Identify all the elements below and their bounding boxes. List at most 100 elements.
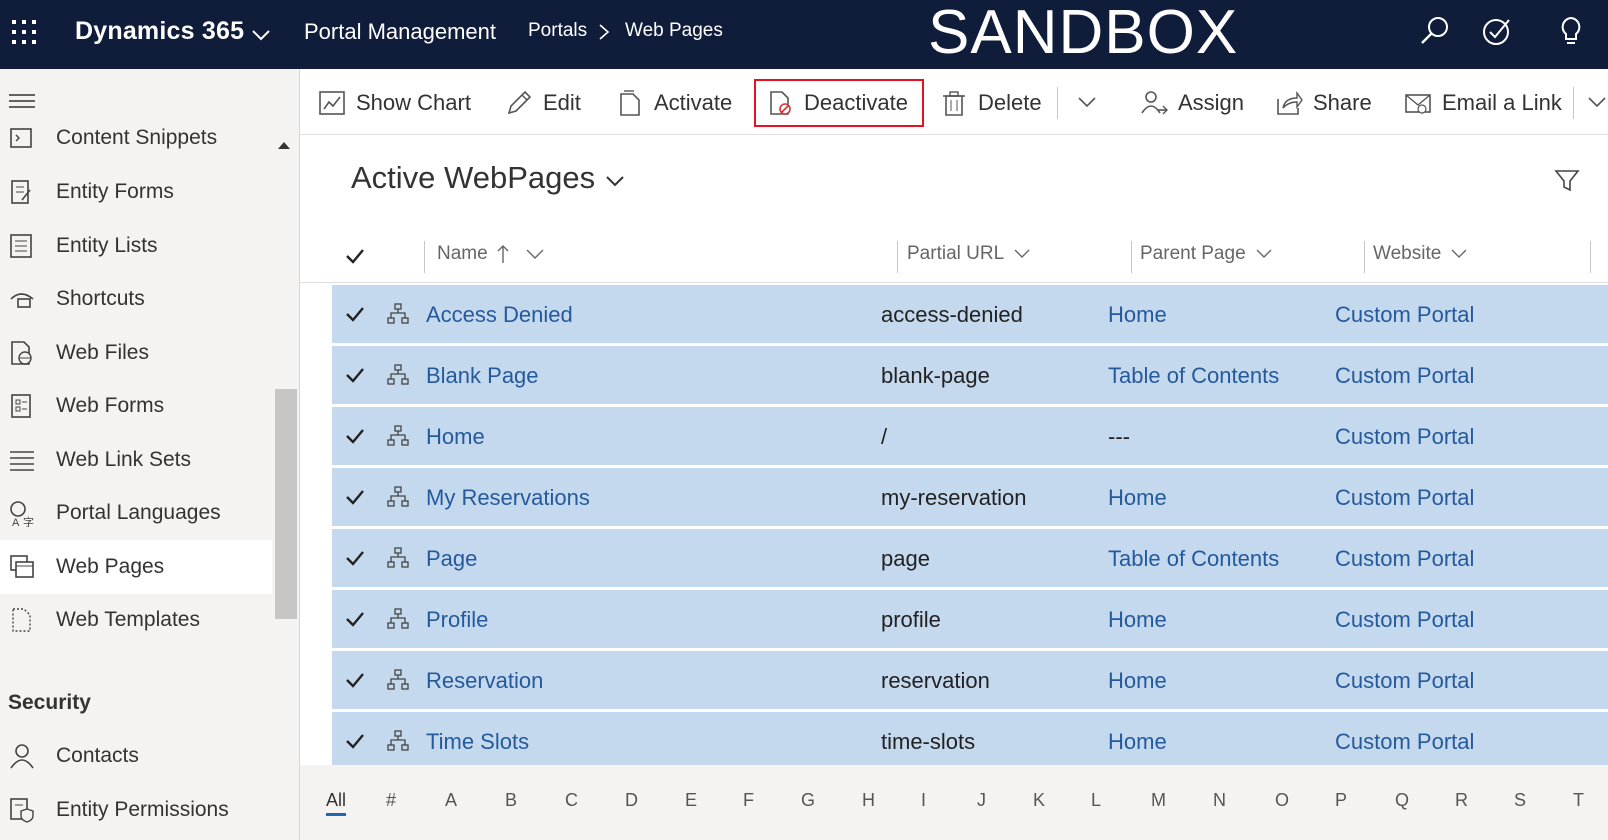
cell-website[interactable]: Custom Portal: [1335, 607, 1474, 633]
sidebar-item-content-snippets[interactable]: Content Snippets: [0, 111, 272, 165]
table-row[interactable]: Blank Page blank-page Table of Contents …: [332, 346, 1608, 406]
row-checkmark-icon[interactable]: [344, 608, 366, 630]
deactivate-button[interactable]: Deactivate: [754, 79, 924, 127]
alpha-filter-r[interactable]: R: [1455, 790, 1468, 811]
breadcrumb-web-pages[interactable]: Web Pages: [625, 20, 723, 42]
alpha-filter-m[interactable]: M: [1151, 790, 1166, 811]
alpha-filter-a[interactable]: A: [445, 790, 457, 811]
sidebar-item-web-templates[interactable]: Web Templates: [0, 593, 272, 647]
cell-parent-page[interactable]: Home: [1108, 668, 1167, 694]
sidebar-item-web-forms[interactable]: Web Forms: [0, 379, 272, 433]
cell-website[interactable]: Custom Portal: [1335, 424, 1474, 450]
alpha-filter-n[interactable]: N: [1213, 790, 1226, 811]
cell-name[interactable]: Time Slots: [426, 729, 529, 755]
alpha-filter-e[interactable]: E: [685, 790, 697, 811]
row-checkmark-icon[interactable]: [344, 425, 366, 447]
row-checkmark-icon[interactable]: [344, 486, 366, 508]
alpha-filter-k[interactable]: K: [1033, 790, 1045, 811]
cell-website[interactable]: Custom Portal: [1335, 485, 1474, 511]
cell-parent-page[interactable]: Table of Contents: [1108, 546, 1279, 572]
cell-website[interactable]: Custom Portal: [1335, 546, 1474, 572]
chevron-down-icon[interactable]: [250, 24, 272, 46]
table-row[interactable]: Access Denied access-denied Home Custom …: [332, 285, 1608, 345]
assign-button[interactable]: Assign: [1140, 81, 1244, 125]
alpha-filter-l[interactable]: L: [1091, 790, 1101, 811]
overflow-chevron-icon[interactable]: [1586, 91, 1608, 113]
column-header-partial-url[interactable]: Partial URL: [907, 243, 1032, 265]
select-all-checkmark-icon[interactable]: [344, 245, 366, 267]
cell-parent-page[interactable]: Home: [1108, 729, 1167, 755]
alpha-filter-t[interactable]: T: [1573, 790, 1584, 811]
row-checkmark-icon[interactable]: [344, 730, 366, 752]
column-header-website[interactable]: Website: [1373, 243, 1469, 265]
cell-name[interactable]: Reservation: [426, 668, 543, 694]
sidebar-scrollbar-thumb[interactable]: [275, 389, 297, 619]
row-checkmark-icon[interactable]: [344, 547, 366, 569]
lightbulb-icon[interactable]: [1554, 14, 1588, 48]
cell-name[interactable]: Profile: [426, 607, 488, 633]
activate-button[interactable]: Activate: [616, 81, 732, 125]
view-selector-chevron-icon[interactable]: [604, 170, 626, 192]
sidebar-item-shortcuts[interactable]: Shortcuts: [0, 272, 272, 326]
more-commands-chevron-icon[interactable]: [1076, 91, 1098, 113]
show-chart-button[interactable]: Show Chart: [318, 81, 471, 125]
app-title[interactable]: Dynamics 365: [75, 17, 244, 46]
filter-icon[interactable]: [1554, 168, 1580, 194]
alpha-filter-hash[interactable]: #: [386, 790, 396, 811]
alpha-filter-s[interactable]: S: [1514, 790, 1526, 811]
alpha-filter-h[interactable]: H: [862, 790, 875, 811]
sidebar-item-web-files[interactable]: Web Files: [0, 326, 272, 380]
alpha-filter-g[interactable]: G: [801, 790, 815, 811]
breadcrumb-portals[interactable]: Portals: [528, 20, 587, 42]
cell-name[interactable]: Home: [426, 424, 485, 450]
column-header-parent-page[interactable]: Parent Page: [1140, 243, 1274, 265]
table-row[interactable]: Reservation reservation Home Custom Port…: [332, 651, 1608, 711]
table-row[interactable]: Profile profile Home Custom Portal: [332, 590, 1608, 650]
sidebar-item-web-link-sets[interactable]: Web Link Sets: [0, 433, 272, 487]
cell-parent-page[interactable]: Table of Contents: [1108, 363, 1279, 389]
sidebar-item-entity-permissions[interactable]: Entity Permissions: [0, 783, 272, 837]
cell-website[interactable]: Custom Portal: [1335, 302, 1474, 328]
email-link-button[interactable]: Email a Link: [1404, 81, 1562, 125]
view-title[interactable]: Active WebPages: [351, 160, 595, 196]
table-row[interactable]: Home / --- Custom Portal: [332, 407, 1608, 467]
table-row[interactable]: Page page Table of Contents Custom Porta…: [332, 529, 1608, 589]
table-row[interactable]: My Reservations my-reservation Home Cust…: [332, 468, 1608, 528]
cell-website[interactable]: Custom Portal: [1335, 363, 1474, 389]
cell-parent-page[interactable]: Home: [1108, 607, 1167, 633]
alpha-filter-c[interactable]: C: [565, 790, 578, 811]
hamburger-menu-icon[interactable]: [8, 91, 36, 111]
search-icon[interactable]: [1418, 14, 1452, 48]
sidebar-item-contacts[interactable]: Contacts: [0, 729, 272, 783]
alpha-filter-j[interactable]: J: [977, 790, 986, 811]
task-icon[interactable]: [1480, 14, 1514, 48]
cell-name[interactable]: Page: [426, 546, 477, 572]
sidebar-item-web-pages[interactable]: Web Pages: [0, 540, 272, 594]
cell-name[interactable]: Access Denied: [426, 302, 573, 328]
app-name[interactable]: Portal Management: [304, 19, 496, 45]
share-button[interactable]: Share: [1275, 81, 1372, 125]
alpha-filter-f[interactable]: F: [743, 790, 754, 811]
sidebar-item-entity-lists[interactable]: Entity Lists: [0, 219, 272, 273]
cell-website[interactable]: Custom Portal: [1335, 668, 1474, 694]
row-checkmark-icon[interactable]: [344, 364, 366, 386]
delete-button[interactable]: Delete: [940, 81, 1042, 125]
alpha-filter-o[interactable]: O: [1275, 790, 1289, 811]
app-launcher-icon[interactable]: [10, 18, 38, 46]
alpha-filter-all[interactable]: All: [326, 790, 347, 816]
cell-website[interactable]: Custom Portal: [1335, 729, 1474, 755]
column-header-name[interactable]: Name: [437, 243, 546, 265]
alpha-filter-q[interactable]: Q: [1395, 790, 1409, 811]
alpha-filter-b[interactable]: B: [505, 790, 517, 811]
row-checkmark-icon[interactable]: [344, 669, 366, 691]
scroll-up-arrow-icon[interactable]: [278, 141, 290, 149]
sidebar-item-portal-languages[interactable]: A字 Portal Languages: [0, 486, 272, 540]
alpha-filter-p[interactable]: P: [1335, 790, 1347, 811]
alpha-filter-d[interactable]: D: [625, 790, 638, 811]
edit-button[interactable]: Edit: [505, 81, 581, 125]
row-checkmark-icon[interactable]: [344, 303, 366, 325]
alpha-filter-i[interactable]: I: [921, 790, 926, 811]
cell-name[interactable]: My Reservations: [426, 485, 590, 511]
table-row[interactable]: Time Slots time-slots Home Custom Portal: [332, 712, 1608, 765]
sidebar-item-entity-forms[interactable]: Entity Forms: [0, 165, 272, 219]
